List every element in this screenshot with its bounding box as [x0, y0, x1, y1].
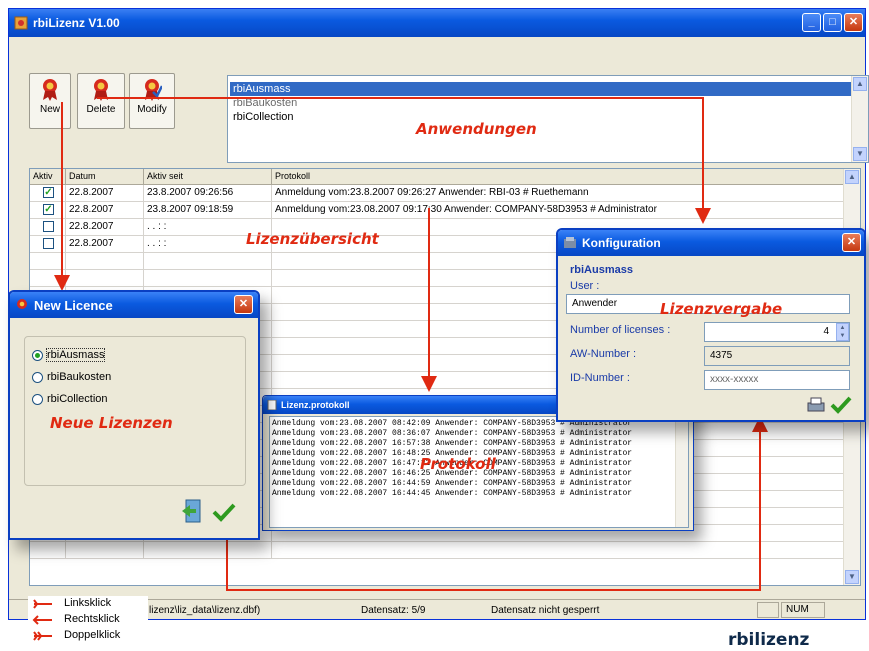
confirm-check-icon[interactable] — [830, 396, 852, 414]
new-licence-dialog: New Licence ✕ rbiAusmass rbiBaukosten rbiC… — [8, 290, 260, 540]
dialog-title: Konfiguration — [582, 236, 661, 250]
radio-option[interactable]: rbiAusmass — [32, 348, 152, 364]
right-click-arrow-icon — [32, 615, 52, 625]
close-button[interactable]: ✕ — [234, 295, 253, 314]
radio-label: rbiAusmass — [45, 348, 106, 362]
radio-label: rbiCollection — [47, 393, 108, 405]
licenses-label: Number of licenses : — [570, 324, 671, 336]
confirm-check-icon[interactable] — [212, 502, 236, 522]
aw-number-field: 4375 — [704, 346, 850, 366]
document-icon — [267, 400, 277, 410]
licence-icon — [17, 299, 27, 309]
printer-icon[interactable] — [806, 396, 826, 414]
radio-option[interactable]: rbiCollection — [32, 392, 152, 408]
konfiguration-dialog: Konfiguration ✕ rbiAusmass User : Anwend… — [556, 228, 866, 422]
id-number-label: ID-Number : — [570, 372, 630, 384]
radio-label: rbiBaukosten — [47, 371, 112, 383]
log-scrollbar[interactable] — [675, 417, 688, 527]
annotation-neue-lizenzen: Neue Lizenzen — [50, 414, 173, 432]
log-line: Anmeldung vom:22.08.2007 16:44:45 Anwend… — [272, 489, 633, 498]
double-click-arrow-icon — [33, 631, 52, 641]
radio-button[interactable] — [32, 372, 43, 383]
legend-doppel: Doppelklick — [64, 629, 121, 641]
dialog-title: New Licence — [34, 298, 113, 313]
annotation-lizenzuebersicht: Lizenzübersicht — [246, 230, 379, 248]
close-button[interactable]: ✕ — [842, 233, 861, 252]
brand-logo: rbilizenz — [728, 630, 810, 650]
legend-rechts: Rechtsklick — [64, 613, 120, 625]
id-number-field[interactable]: xxxx-xxxxx — [704, 370, 850, 390]
protokoll-title: Lizenz.protokoll — [281, 400, 350, 410]
radio-button[interactable] — [32, 394, 43, 405]
annotation-anwendungen: Anwendungen — [416, 120, 537, 138]
stepper-arrows-icon[interactable]: ▲ ▼ — [836, 323, 849, 341]
config-icon — [564, 237, 576, 248]
annotation-lizenzvergabe: Lizenzvergabe — [660, 300, 783, 318]
aw-number-label: AW-Number : — [570, 348, 637, 360]
log-line: Anmeldung vom:22.08.2007 16:44:59 Anwend… — [272, 479, 633, 488]
log-line: Anmeldung vom:23.08.2007 08:36:07 Anwend… — [272, 429, 633, 438]
radio-button[interactable] — [32, 350, 43, 361]
licenses-stepper[interactable]: 4 — [704, 322, 850, 342]
konfiguration-title-bar[interactable]: Konfiguration ✕ — [558, 230, 864, 256]
exit-icon[interactable] — [180, 498, 204, 524]
legend-links: Linksklick — [64, 597, 112, 609]
log-line: Anmeldung vom:22.08.2007 16:57:38 Anwend… — [272, 439, 633, 448]
new-licence-title-bar[interactable]: New Licence ✕ — [10, 292, 258, 318]
user-label: User : — [570, 280, 600, 292]
annotation-protokoll: Protokoll — [420, 455, 496, 473]
config-app-name: rbiAusmass — [570, 264, 633, 276]
radio-option[interactable]: rbiBaukosten — [32, 370, 152, 386]
click-legend: Linksklick Rechtsklick Doppelklick — [28, 596, 148, 648]
left-click-arrow-icon — [33, 599, 52, 609]
